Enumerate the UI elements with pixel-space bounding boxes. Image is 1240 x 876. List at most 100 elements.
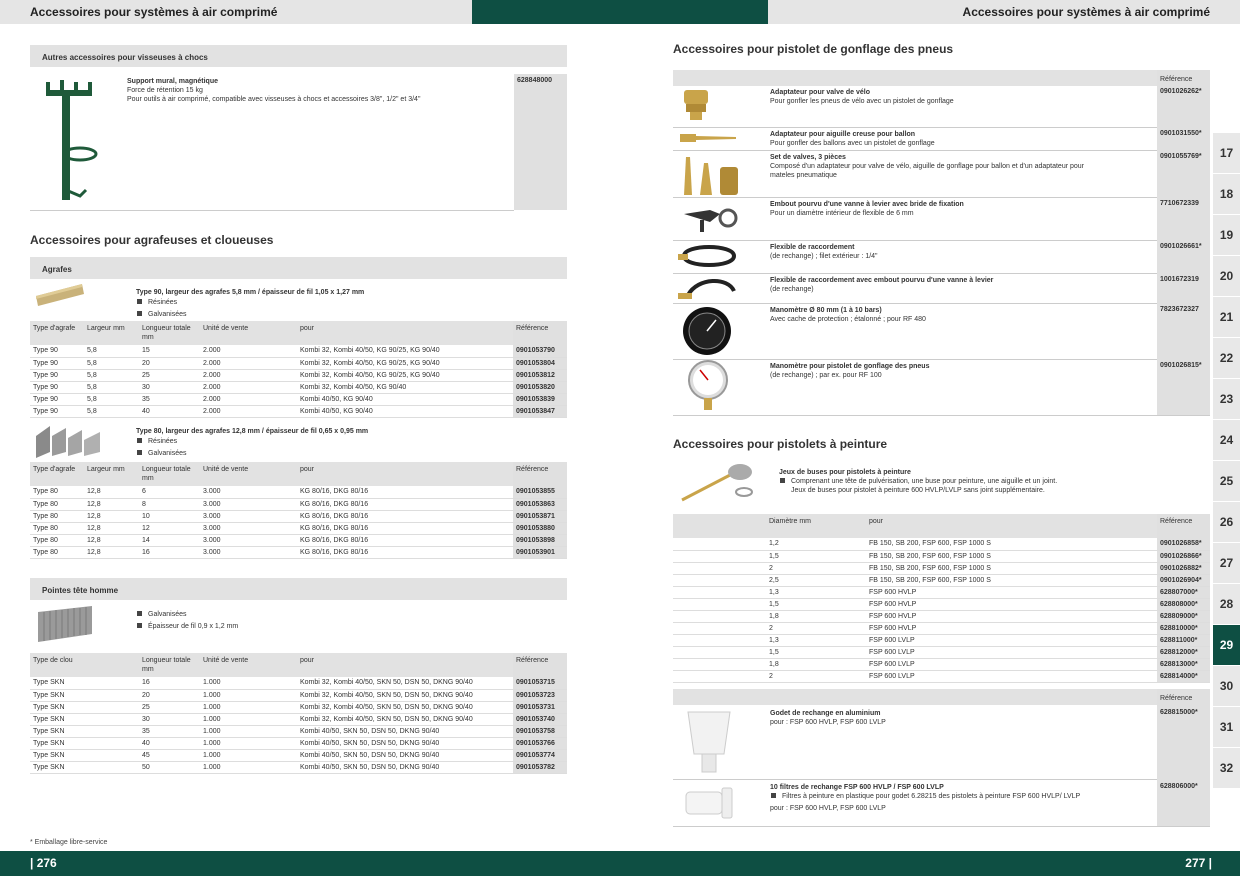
- table-cell: 2: [673, 670, 866, 683]
- table-cell: Kombi 32, Kombi 40/50, KG 90/25, KG 90/4…: [297, 369, 513, 382]
- product-reference: 628848000: [517, 77, 553, 84]
- table-cell: Kombi 40/50, SKN 50, DSN 50, DKNG 90/40: [297, 737, 513, 750]
- table-cell: 12,8: [84, 522, 139, 535]
- reference-cell: 0901026858*: [1157, 538, 1210, 551]
- chapter-tab-22[interactable]: 22: [1213, 338, 1240, 379]
- reference-cell: 0901053731: [513, 701, 567, 714]
- item-title: Adaptateur pour aiguille creuse pour bal…: [770, 131, 916, 138]
- table-cell: 25: [139, 701, 200, 714]
- staples-type90-table: Type d'agrafe Largeur mm Longueur totale…: [30, 321, 567, 418]
- bullet-text: Comprenant une tête de pulvérisation, un…: [791, 478, 1058, 485]
- chapter-tabs: 17 18 19 20 21 22 23 24 25 26 27 28 29 30 31 32: [1213, 133, 1240, 789]
- table-cell: 12,8: [84, 546, 139, 559]
- table-cell: 3.000: [200, 534, 297, 547]
- table-cell: 5,8: [84, 405, 139, 418]
- chapter-tab-19[interactable]: 19: [1213, 215, 1240, 256]
- bullet-icon: [137, 311, 142, 316]
- reference-cell: 0901053740: [513, 713, 567, 726]
- product-line: Pour outils à air comprimé, compatible a…: [127, 96, 421, 103]
- table-cell: 3.000: [200, 546, 297, 559]
- item-title: Manomètre pour pistolet de gonflage des …: [770, 363, 930, 370]
- table-cell: FB 150, SB 200, FSP 600, FSP 1000 S: [866, 562, 1157, 575]
- table-cell: 35: [139, 725, 200, 738]
- table-cell: 1.000: [200, 689, 297, 702]
- chapter-tab-23[interactable]: 23: [1213, 379, 1240, 420]
- bullet-item: Épaisseur de fil 0,9 x 1,2 mm: [136, 621, 516, 633]
- chapter-tab-31[interactable]: 31: [1213, 707, 1240, 748]
- table-row: Type SKN 45 1.000 Kombi 40/50, SKN 50, DSN …: [30, 749, 567, 762]
- support-mural-description: Support mural, magnétique Force de réten…: [127, 77, 507, 104]
- reference-cell: 628812000*: [1157, 646, 1210, 659]
- table-cell: KG 80/16, DKG 80/16: [297, 522, 513, 535]
- page-number-left: | 276: [30, 856, 57, 870]
- chapter-tab-32[interactable]: 32: [1213, 748, 1240, 789]
- table-cell: 8: [139, 498, 200, 511]
- staples-type90-image: [36, 284, 84, 306]
- section-bar-pointes: Pointes tête homme: [30, 578, 567, 600]
- item-title: Manomètre Ø 80 mm (1 à 10 bars): [770, 307, 882, 314]
- table-row: Type 90 5,8 25 2.000 Kombi 32, Kombi 40/50, …: [30, 369, 567, 382]
- reference-cell: 628809000*: [1157, 610, 1210, 623]
- col-header: Largeur mm: [84, 321, 139, 345]
- col-header: Référence: [1157, 514, 1210, 538]
- section-bar-visseuses: Autres accessoires pour visseuses à choc…: [30, 45, 567, 67]
- item-reference: 0901031550*: [1160, 130, 1202, 137]
- filters-description: 10 filtres de rechange FSP 600 HVLP / FS…: [770, 783, 1155, 813]
- reference-cell: 628813000*: [1157, 658, 1210, 671]
- bullet-text: Résinées: [148, 438, 178, 445]
- connection-hose-image: [678, 245, 737, 267]
- col-header: Unité de vente: [200, 462, 297, 486]
- table-row: Type 80 12,8 6 3.000 KG 80/16, DKG 80/16 0901…: [30, 486, 567, 499]
- divider: [30, 210, 514, 211]
- reference-cell: 0901053758: [513, 725, 567, 738]
- reference-cell: 0901053880: [513, 522, 567, 535]
- col-header: Référence: [513, 321, 567, 345]
- chapter-tab-25[interactable]: 25: [1213, 461, 1240, 502]
- table-cell: 5,8: [84, 381, 139, 394]
- item-desc: Pour un diamètre intérieur de flexible d…: [770, 210, 914, 217]
- bullet-text: Filtres à peinture en plastique pour god…: [782, 793, 1081, 800]
- reference-cell: 0901053766: [513, 737, 567, 750]
- item-title: Flexible de raccordement: [770, 244, 855, 251]
- bullet-text: Épaisseur de fil 0,9 x 1,2 mm: [148, 623, 239, 630]
- col-header: Unité de vente: [200, 321, 297, 345]
- item-desc: (de rechange): [770, 286, 814, 293]
- table-row: 2 FB 150, SB 200, FSP 600, FSP 1000 S 0901…: [673, 562, 1210, 575]
- table-cell: Kombi 32, Kombi 40/50, SKN 50, DSN 50, D…: [297, 689, 513, 702]
- table-cell: 1.000: [200, 737, 297, 750]
- item-desc: Avec cache de protection ; étalonné ; po…: [770, 316, 926, 323]
- table-row: Type 90 5,8 40 2.000 Kombi 40/50, KG 90/40 09…: [30, 405, 567, 418]
- chapter-tab-30[interactable]: 30: [1213, 666, 1240, 707]
- chapter-tab-21[interactable]: 21: [1213, 297, 1240, 338]
- table-cell: 12: [139, 522, 200, 535]
- chapter-tab-18[interactable]: 18: [1213, 174, 1240, 215]
- chapter-tab-27[interactable]: 27: [1213, 543, 1240, 584]
- item-reference: 0901026262*: [1160, 88, 1202, 95]
- col-header: Référence: [513, 653, 567, 677]
- table-cell: FSP 600 LVLP: [866, 658, 1157, 671]
- table-row: 2 FSP 600 HVLP 628810000*: [673, 622, 1210, 635]
- ref-column-bg: [514, 74, 567, 210]
- col-header: pour: [297, 462, 513, 486]
- table-cell: 3.000: [200, 486, 297, 499]
- table-cell: Kombi 32, Kombi 40/50, KG 90/40: [297, 381, 513, 394]
- item-reference: 0901026661*: [1160, 243, 1202, 250]
- chapter-tab-29[interactable]: 29: [1213, 625, 1240, 666]
- item-reference: 0901055769*: [1160, 153, 1202, 160]
- chapter-tab-28[interactable]: 28: [1213, 584, 1240, 625]
- chapter-tab-26[interactable]: 26: [1213, 502, 1240, 543]
- manometer-80mm-image: [683, 307, 731, 355]
- ref-header-label: Référence: [1160, 695, 1193, 702]
- divider: [673, 779, 1157, 780]
- header-green-band: [472, 0, 768, 24]
- table-cell: 2.000: [200, 393, 297, 406]
- table-cell: 1.000: [200, 749, 297, 762]
- item-reference: 0901026815*: [1160, 362, 1202, 369]
- chapter-tab-17[interactable]: 17: [1213, 133, 1240, 174]
- table-cell: 1,5: [673, 550, 866, 563]
- chapter-tab-24[interactable]: 24: [1213, 420, 1240, 461]
- chapter-tab-20[interactable]: 20: [1213, 256, 1240, 297]
- table-cell: 5,8: [84, 357, 139, 370]
- divider: [673, 303, 1157, 304]
- table-row: Type SKN 20 1.000 Kombi 32, Kombi 40/50, SK…: [30, 689, 567, 702]
